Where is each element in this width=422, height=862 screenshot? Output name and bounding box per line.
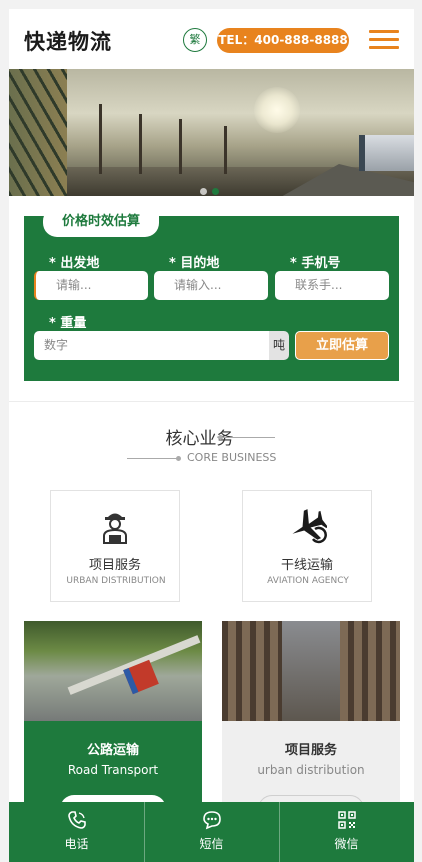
banner-tree [139, 114, 142, 174]
hero-banner[interactable] [9, 69, 414, 196]
qrcode-icon [337, 811, 356, 829]
price-estimate-panel: 价格时效估算 * 出发地 请输... * 目的地 请输入... * 手机号 联系… [24, 207, 399, 381]
bottom-contact-bar: 电话 短信 微信 [9, 802, 414, 862]
site-header: 快递物流 繁 TEL：400-888-8888 [9, 9, 414, 69]
weight-unit: 吨 [269, 331, 289, 360]
banner-sun [254, 87, 300, 133]
service-name: 项目服务 [88, 558, 141, 573]
weight-input[interactable]: 数字 [34, 331, 270, 360]
feature-title: 公路运输 [86, 743, 139, 758]
estimate-submit-button[interactable]: 立即估算 [295, 331, 389, 360]
banner-crane [9, 69, 67, 196]
carousel-dot-active[interactable] [212, 188, 219, 195]
bottom-bar-sms[interactable]: 短信 [144, 802, 279, 862]
banner-tree [99, 104, 102, 174]
banner-tree [179, 119, 182, 174]
service-name: 干线运输 [280, 558, 333, 573]
traditional-chinese-toggle[interactable]: 繁 [183, 28, 207, 52]
title-decor-line [218, 435, 275, 440]
core-business-title: 核心业务 [9, 424, 414, 449]
bottom-bar-wechat[interactable]: 微信 [279, 802, 414, 862]
phone-icon [67, 811, 86, 829]
section-divider [9, 401, 414, 402]
bottom-bar-label: 电话 [64, 837, 89, 851]
destination-input[interactable]: 请输入... [154, 271, 268, 300]
origin-input[interactable]: 请输... [34, 271, 148, 300]
bottom-bar-phone[interactable]: 电话 [9, 802, 144, 862]
page: 快递物流 繁 TEL：400-888-8888 价格时效估算 * 出发地 请输.… [0, 0, 422, 862]
bottom-bar-label: 短信 [199, 837, 224, 851]
service-name-en: AVIATION AGENCY [267, 576, 349, 586]
road-transport-image [24, 621, 202, 721]
service-name-en: URBAN DISTRIBUTION [66, 576, 166, 586]
carousel-dots [200, 180, 224, 196]
origin-label: * 出发地 [49, 256, 100, 271]
bottom-bar-label: 微信 [334, 837, 359, 851]
carousel-dot[interactable] [200, 188, 207, 195]
phone-input[interactable]: 联系手... [275, 271, 389, 300]
core-business-subtitle: CORE BUSINESS [187, 451, 277, 464]
feature-title: 项目服务 [284, 743, 337, 758]
estimate-tab-title: 价格时效估算 [43, 207, 159, 237]
site-logo[interactable]: 快递物流 [24, 26, 112, 56]
weight-label: * 重量 [49, 316, 87, 331]
core-business-title-text: 核心业务 [165, 429, 234, 449]
message-icon [202, 811, 221, 830]
airplane-icon [292, 509, 327, 544]
warehouse-image [222, 621, 400, 721]
worker-icon [103, 513, 127, 544]
feature-title-en: urban distribution [257, 763, 365, 777]
phone-number-button[interactable]: TEL：400-888-8888 [217, 28, 349, 53]
banner-truck [359, 135, 414, 171]
destination-label: * 目的地 [169, 256, 220, 271]
banner-tree [224, 126, 227, 174]
service-card-trunk[interactable]: 干线运输 AVIATION AGENCY [242, 490, 372, 602]
subtitle-decor-line [127, 456, 181, 461]
hamburger-menu-icon[interactable] [369, 30, 399, 50]
feature-title-en: Road Transport [67, 763, 159, 777]
phone-label: * 手机号 [290, 256, 341, 271]
mobile-frame: 快递物流 繁 TEL：400-888-8888 价格时效估算 * 出发地 请输.… [9, 9, 414, 862]
service-card-project[interactable]: 项目服务 URBAN DISTRIBUTION [50, 490, 180, 602]
